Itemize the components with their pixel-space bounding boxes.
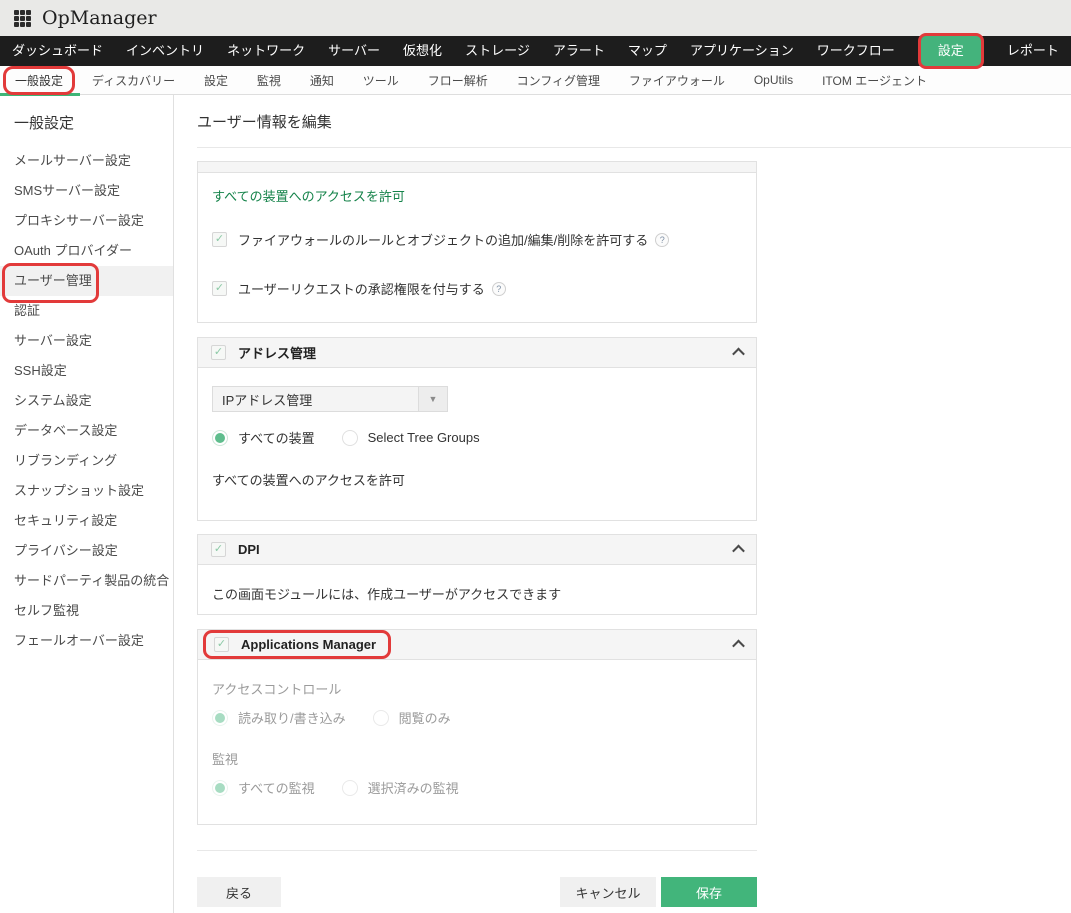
back-button[interactable]: 戻る (197, 877, 281, 907)
subnav-item-itom-agent[interactable]: ITOM エージェント (822, 72, 927, 89)
firewall-permission-label: ファイアウォールのルールとオブジェクトの追加/編集/削除を許可する (238, 233, 649, 248)
sidebar-item-sms-server[interactable]: SMSサーバー設定 (0, 176, 173, 206)
annotation-red-outline: ✓ Applications Manager (203, 630, 392, 659)
sidebar-item-user-management[interactable]: ユーザー管理 (0, 263, 173, 303)
cancel-button[interactable]: キャンセル (560, 877, 656, 907)
footer-actions: 戻る キャンセル 保存 (197, 877, 757, 907)
nav-tab-workflow[interactable]: ワークフロー (817, 36, 895, 66)
dpi-title: DPI (238, 542, 260, 557)
nav-tab-reports[interactable]: レポート (1007, 36, 1059, 66)
address-module-dropdown[interactable]: IPアドレス管理 ▼ (212, 386, 448, 412)
all-devices-radio[interactable] (212, 429, 228, 446)
applications-manager-title: Applications Manager (241, 637, 377, 652)
applications-manager-section: ✓ Applications Manager アクセスコントロール 読み取り/書… (197, 629, 757, 825)
firewall-permission-checkbox[interactable]: ✓ (212, 232, 227, 247)
nav-tab-network[interactable]: ネットワーク (227, 36, 305, 66)
all-devices-radio-label: すべての装置 (238, 431, 315, 446)
select-tree-groups-radio-label: Select Tree Groups (367, 430, 480, 445)
main-content: ユーザー情報を編集 すべての装置へのアクセスを許可 ✓ ファイアウォールのルール… (174, 95, 1071, 913)
dpi-checkbox[interactable]: ✓ (211, 542, 226, 557)
subnav-item-tools[interactable]: ツール (363, 72, 399, 89)
sidebar-item-mail-server[interactable]: メールサーバー設定 (0, 146, 173, 176)
subnav-item-config-management[interactable]: コンフィグ管理 (517, 72, 600, 89)
read-only-radio (372, 709, 389, 726)
collapse-chevron-icon[interactable] (732, 544, 745, 558)
footer-divider (197, 850, 757, 851)
sidebar-item-authentication[interactable]: 認証 (0, 296, 173, 326)
read-only-radio-label: 閲覧のみ (398, 711, 451, 726)
all-monitors-radio-label: すべての監視 (238, 781, 315, 796)
settings-sub-navigation: 一般設定 ディスカバリー 設定 監視 通知 ツール フロー解析 コンフィグ管理 … (0, 65, 1071, 96)
nav-tab-inventory[interactable]: インベントリ (126, 36, 204, 66)
subnav-item-oputils[interactable]: OpUtils (754, 73, 793, 87)
help-icon[interactable]: ? (491, 281, 506, 296)
sidebar-item-security-settings[interactable]: セキュリティ設定 (0, 506, 173, 536)
nav-tab-alerts[interactable]: アラート (553, 36, 605, 66)
sidebar-item-privacy-settings[interactable]: プライバシー設定 (0, 536, 173, 566)
select-tree-groups-radio[interactable] (341, 429, 358, 446)
subnav-item-firewall[interactable]: ファイアウォール (629, 72, 725, 89)
applications-manager-checkbox[interactable]: ✓ (214, 637, 229, 652)
all-monitors-radio (212, 779, 228, 796)
subnav-item-general-settings[interactable]: 一般設定 (3, 65, 76, 95)
sidebar-item-ssh-settings[interactable]: SSH設定 (0, 356, 173, 386)
allow-all-devices-link[interactable]: すべての装置へのアクセスを許可 (212, 186, 742, 205)
settings-sidebar: 一般設定 メールサーバー設定 SMSサーバー設定 プロキシサーバー設定 OAut… (0, 95, 174, 913)
app-logo: OpManager (42, 7, 157, 29)
read-write-radio (212, 709, 228, 726)
subnav-item-flow-analysis[interactable]: フロー解析 (428, 72, 488, 89)
collapse-chevron-icon[interactable] (732, 639, 745, 653)
address-management-title: アドレス管理 (238, 346, 317, 361)
sidebar-item-failover-settings[interactable]: フェールオーバー設定 (0, 626, 173, 656)
nav-tab-settings[interactable]: 設定 (917, 33, 984, 69)
top-app-bar: OpManager (0, 0, 1071, 36)
nav-tab-dashboard[interactable]: ダッシュボード (12, 36, 103, 66)
address-management-checkbox[interactable]: ✓ (211, 345, 226, 360)
sidebar-item-rebranding[interactable]: リブランディング (0, 446, 173, 476)
subnav-item-notification[interactable]: 通知 (310, 72, 334, 89)
dropdown-caret-icon[interactable]: ▼ (418, 387, 447, 411)
sidebar-item-snapshot-settings[interactable]: スナップショット設定 (0, 476, 173, 506)
dpi-section: ✓ DPI この画面モジュールには、作成ユーザーがアクセスできます (197, 534, 757, 615)
nav-tab-maps[interactable]: マップ (628, 36, 667, 66)
sidebar-item-self-monitoring[interactable]: セルフ監視 (0, 596, 173, 626)
permissions-panel: すべての装置へのアクセスを許可 ✓ ファイアウォールのルールとオブジェクトの追加… (197, 161, 757, 323)
selected-monitors-radio (341, 779, 358, 796)
address-management-section: ✓ アドレス管理 IPアドレス管理 ▼ すべての装置 Select Tree G… (197, 337, 757, 521)
title-divider (197, 147, 1071, 148)
subnav-item-discovery[interactable]: ディスカバリー (92, 72, 175, 89)
nav-tab-applications[interactable]: アプリケーション (690, 36, 794, 66)
app-grid-icon[interactable] (14, 9, 31, 27)
sidebar-item-system-settings[interactable]: システム設定 (0, 386, 173, 416)
nav-tab-virtualization[interactable]: 仮想化 (403, 36, 442, 66)
save-button[interactable]: 保存 (661, 877, 757, 907)
monitoring-label: 監視 (212, 752, 239, 767)
dpi-access-note: この画面モジュールには、作成ユーザーがアクセスできます (212, 587, 562, 602)
selected-monitors-radio-label: 選択済みの監視 (367, 781, 459, 796)
collapse-chevron-icon[interactable] (732, 347, 745, 361)
approval-permission-checkbox[interactable]: ✓ (212, 281, 227, 296)
sidebar-item-server-settings[interactable]: サーバー設定 (0, 326, 173, 356)
help-icon[interactable]: ? (655, 232, 670, 247)
clipped-section-header (198, 162, 756, 173)
sidebar-item-oauth-provider[interactable]: OAuth プロバイダー (0, 236, 173, 266)
address-access-note: すべての装置へのアクセスを許可 (212, 473, 405, 488)
subnav-item-monitoring[interactable]: 監視 (257, 72, 281, 89)
sidebar-title: 一般設定 (14, 115, 75, 132)
sidebar-item-proxy-server[interactable]: プロキシサーバー設定 (0, 206, 173, 236)
main-navigation: ダッシュボード インベントリ ネットワーク サーバー 仮想化 ストレージ アラー… (0, 33, 1071, 69)
approval-permission-label: ユーザーリクエストの承認権限を付与する (238, 282, 485, 297)
access-control-label: アクセスコントロール (212, 682, 342, 697)
nav-tab-server[interactable]: サーバー (328, 36, 380, 66)
dropdown-selected-value: IPアドレス管理 (222, 392, 313, 408)
sidebar-item-third-party-integrations[interactable]: サードパーティ製品の統合 (0, 566, 173, 596)
read-write-radio-label: 読み取り/書き込み (238, 711, 346, 726)
sidebar-item-database-settings[interactable]: データベース設定 (0, 416, 173, 446)
page-title: ユーザー情報を編集 (197, 114, 332, 131)
nav-tab-storage[interactable]: ストレージ (465, 36, 530, 66)
subnav-item-settings[interactable]: 設定 (204, 72, 228, 89)
